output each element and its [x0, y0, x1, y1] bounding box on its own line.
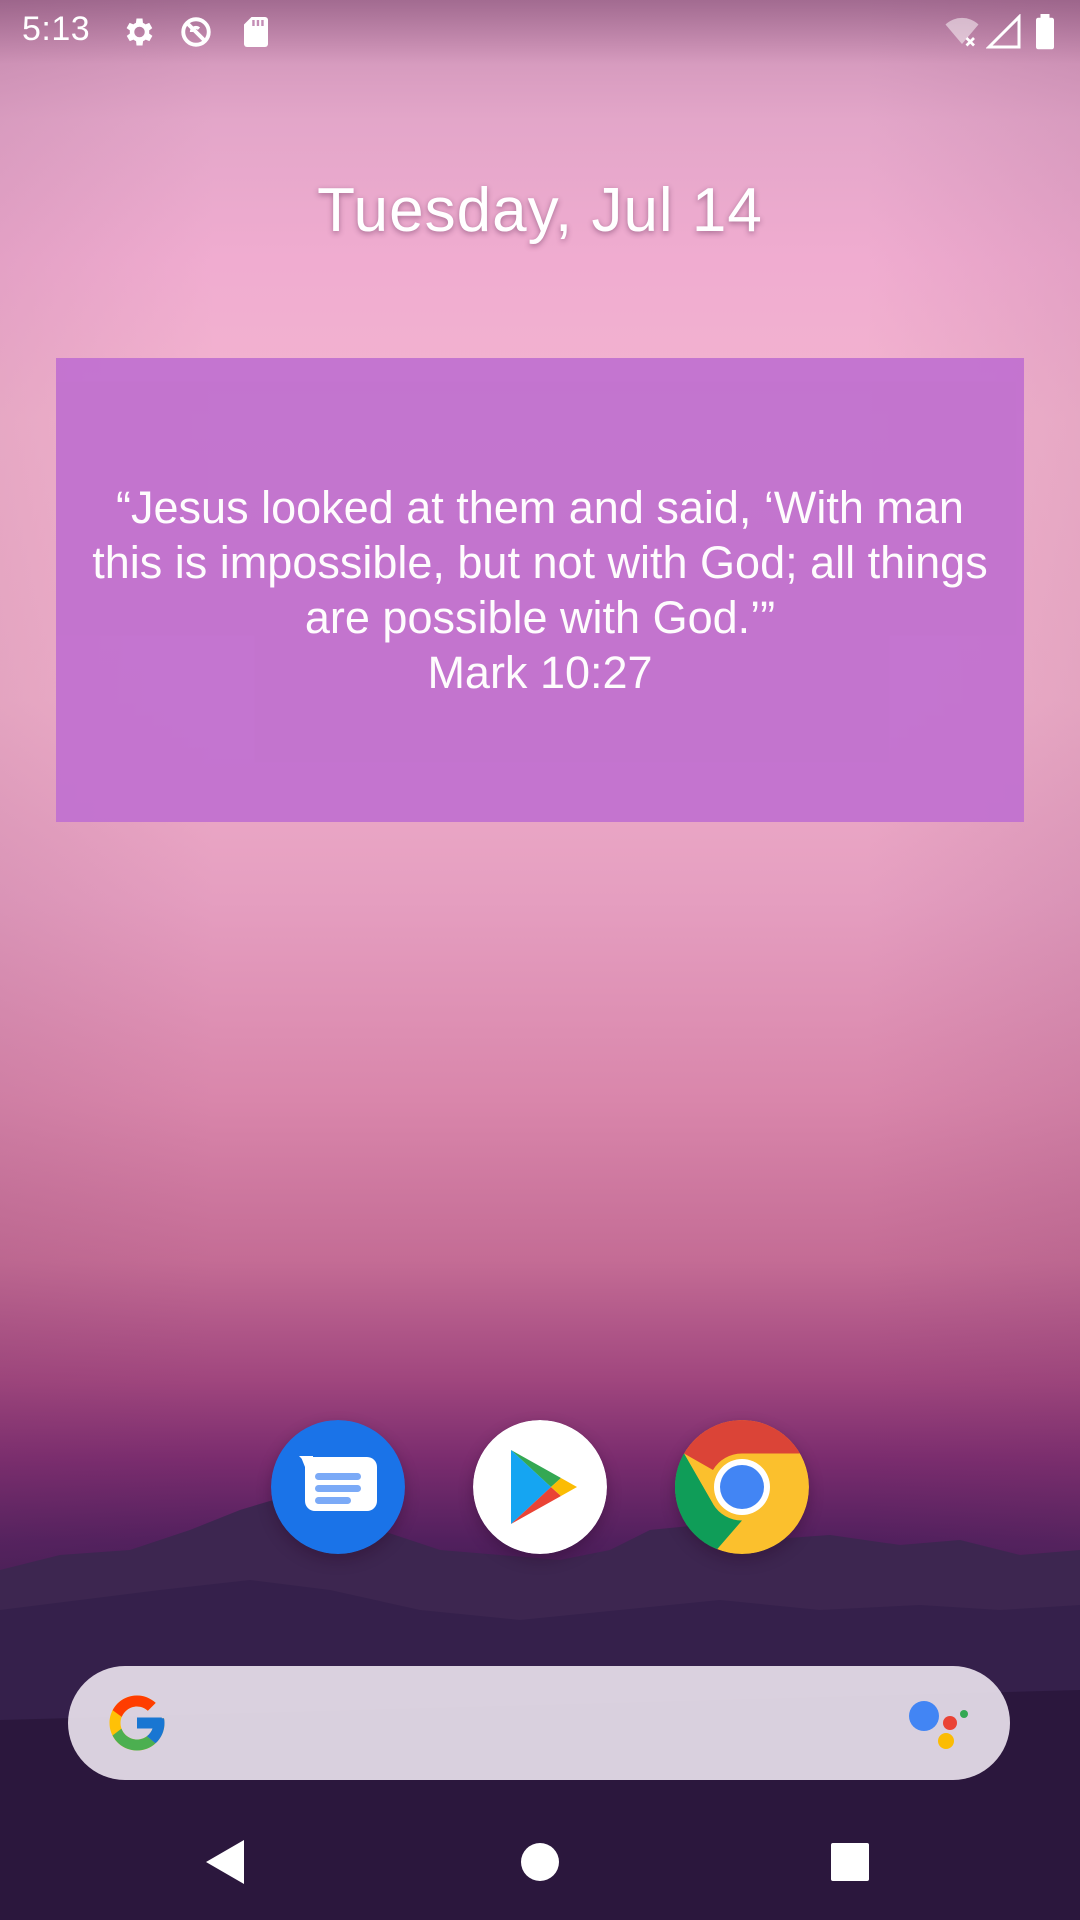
- verse-quote: “Jesus looked at them and said, ‘With ma…: [92, 482, 988, 643]
- home-screen: 5:13 Tuesday, Jul 14 “Jesus looked at th…: [0, 0, 1080, 1920]
- verse-widget[interactable]: “Jesus looked at them and said, ‘With ma…: [56, 358, 1024, 822]
- status-time: 5:13: [22, 10, 91, 48]
- settings-icon: [126, 18, 153, 46]
- wifi-off-icon: [945, 17, 979, 47]
- home-icon[interactable]: [510, 1832, 570, 1892]
- sd-card-icon: [244, 17, 268, 47]
- battery-icon: [1036, 14, 1054, 50]
- messages-icon[interactable]: [271, 1420, 405, 1554]
- chrome-icon[interactable]: [675, 1420, 809, 1554]
- verse-reference: Mark 10:27: [427, 647, 653, 698]
- google-assistant-icon[interactable]: [906, 1696, 970, 1752]
- back-icon[interactable]: [196, 1832, 256, 1892]
- recents-icon[interactable]: [820, 1832, 880, 1892]
- cell-signal-icon: [986, 14, 1021, 49]
- sync-disabled-icon: [181, 17, 211, 47]
- date-widget[interactable]: Tuesday, Jul 14: [0, 175, 1080, 246]
- play-store-icon[interactable]: [473, 1420, 607, 1554]
- status-bar: 5:13: [0, 0, 1080, 64]
- google-g-icon[interactable]: [104, 1690, 170, 1756]
- navigation-bar: [0, 1800, 1080, 1920]
- google-search-bar[interactable]: [68, 1666, 1010, 1780]
